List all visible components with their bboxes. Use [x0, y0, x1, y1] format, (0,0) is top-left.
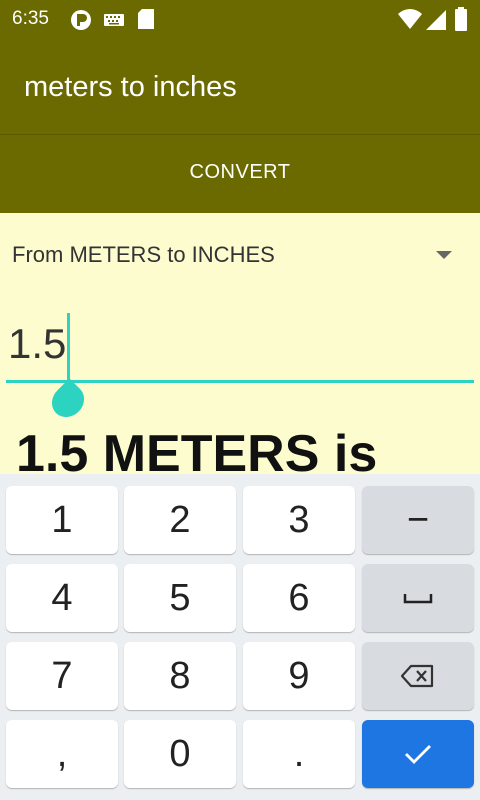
key-period[interactable]: .	[243, 720, 355, 788]
key-label: 2	[169, 498, 191, 541]
app-bar: meters to inches	[0, 40, 480, 135]
input-value: 1.5	[8, 320, 67, 367]
key-label: 6	[288, 576, 310, 619]
key-9[interactable]: 9	[243, 642, 355, 710]
checkmark-icon	[405, 745, 431, 764]
key-0[interactable]: 0	[124, 720, 236, 788]
key-label: .	[293, 732, 305, 775]
key-label: 9	[288, 654, 310, 697]
signal-icon	[426, 9, 446, 35]
key-label: 5	[169, 576, 191, 619]
key-4[interactable]: 4	[6, 564, 118, 632]
numeric-keyboard: 1 2 3 − 4 5 6 7 8 9 , 0 .	[0, 474, 480, 800]
cursor-handle[interactable]	[45, 378, 91, 424]
status-bar: 6:35	[0, 0, 480, 40]
sd-card-icon	[138, 9, 154, 33]
backspace-icon	[401, 664, 434, 688]
key-7[interactable]: 7	[6, 642, 118, 710]
key-label: 7	[51, 654, 73, 697]
battery-icon	[455, 7, 467, 35]
key-label: 1	[51, 498, 73, 541]
key-6[interactable]: 6	[243, 564, 355, 632]
key-minus[interactable]: −	[362, 486, 474, 554]
key-label: 3	[288, 498, 310, 541]
key-comma[interactable]: ,	[6, 720, 118, 788]
key-done[interactable]	[362, 720, 474, 788]
convert-button[interactable]: CONVERT	[0, 135, 480, 213]
app-title: meters to inches	[24, 71, 237, 103]
key-label: 4	[51, 576, 73, 619]
text-cursor	[67, 313, 70, 385]
key-label: 0	[169, 732, 191, 775]
key-2[interactable]: 2	[124, 486, 236, 554]
key-1[interactable]: 1	[6, 486, 118, 554]
minus-icon: −	[406, 498, 430, 541]
status-time: 6:35	[12, 8, 49, 29]
key-space[interactable]	[362, 564, 474, 632]
value-input[interactable]: 1.5	[6, 310, 474, 382]
input-underline	[6, 380, 474, 383]
keyboard-icon	[104, 13, 124, 32]
key-backspace[interactable]	[362, 642, 474, 710]
key-label: ,	[56, 732, 68, 775]
unit-spinner[interactable]: From METERS to INCHES	[0, 214, 480, 294]
convert-label: CONVERT	[189, 161, 291, 183]
key-5[interactable]: 5	[124, 564, 236, 632]
dropdown-arrow-icon[interactable]	[436, 251, 452, 259]
key-8[interactable]: 8	[124, 642, 236, 710]
spinner-selected-label: From METERS to INCHES	[12, 242, 275, 267]
key-3[interactable]: 3	[243, 486, 355, 554]
app-notification-icon	[70, 9, 92, 35]
key-label: 8	[169, 654, 191, 697]
space-icon	[403, 594, 433, 604]
wifi-icon	[398, 9, 422, 35]
